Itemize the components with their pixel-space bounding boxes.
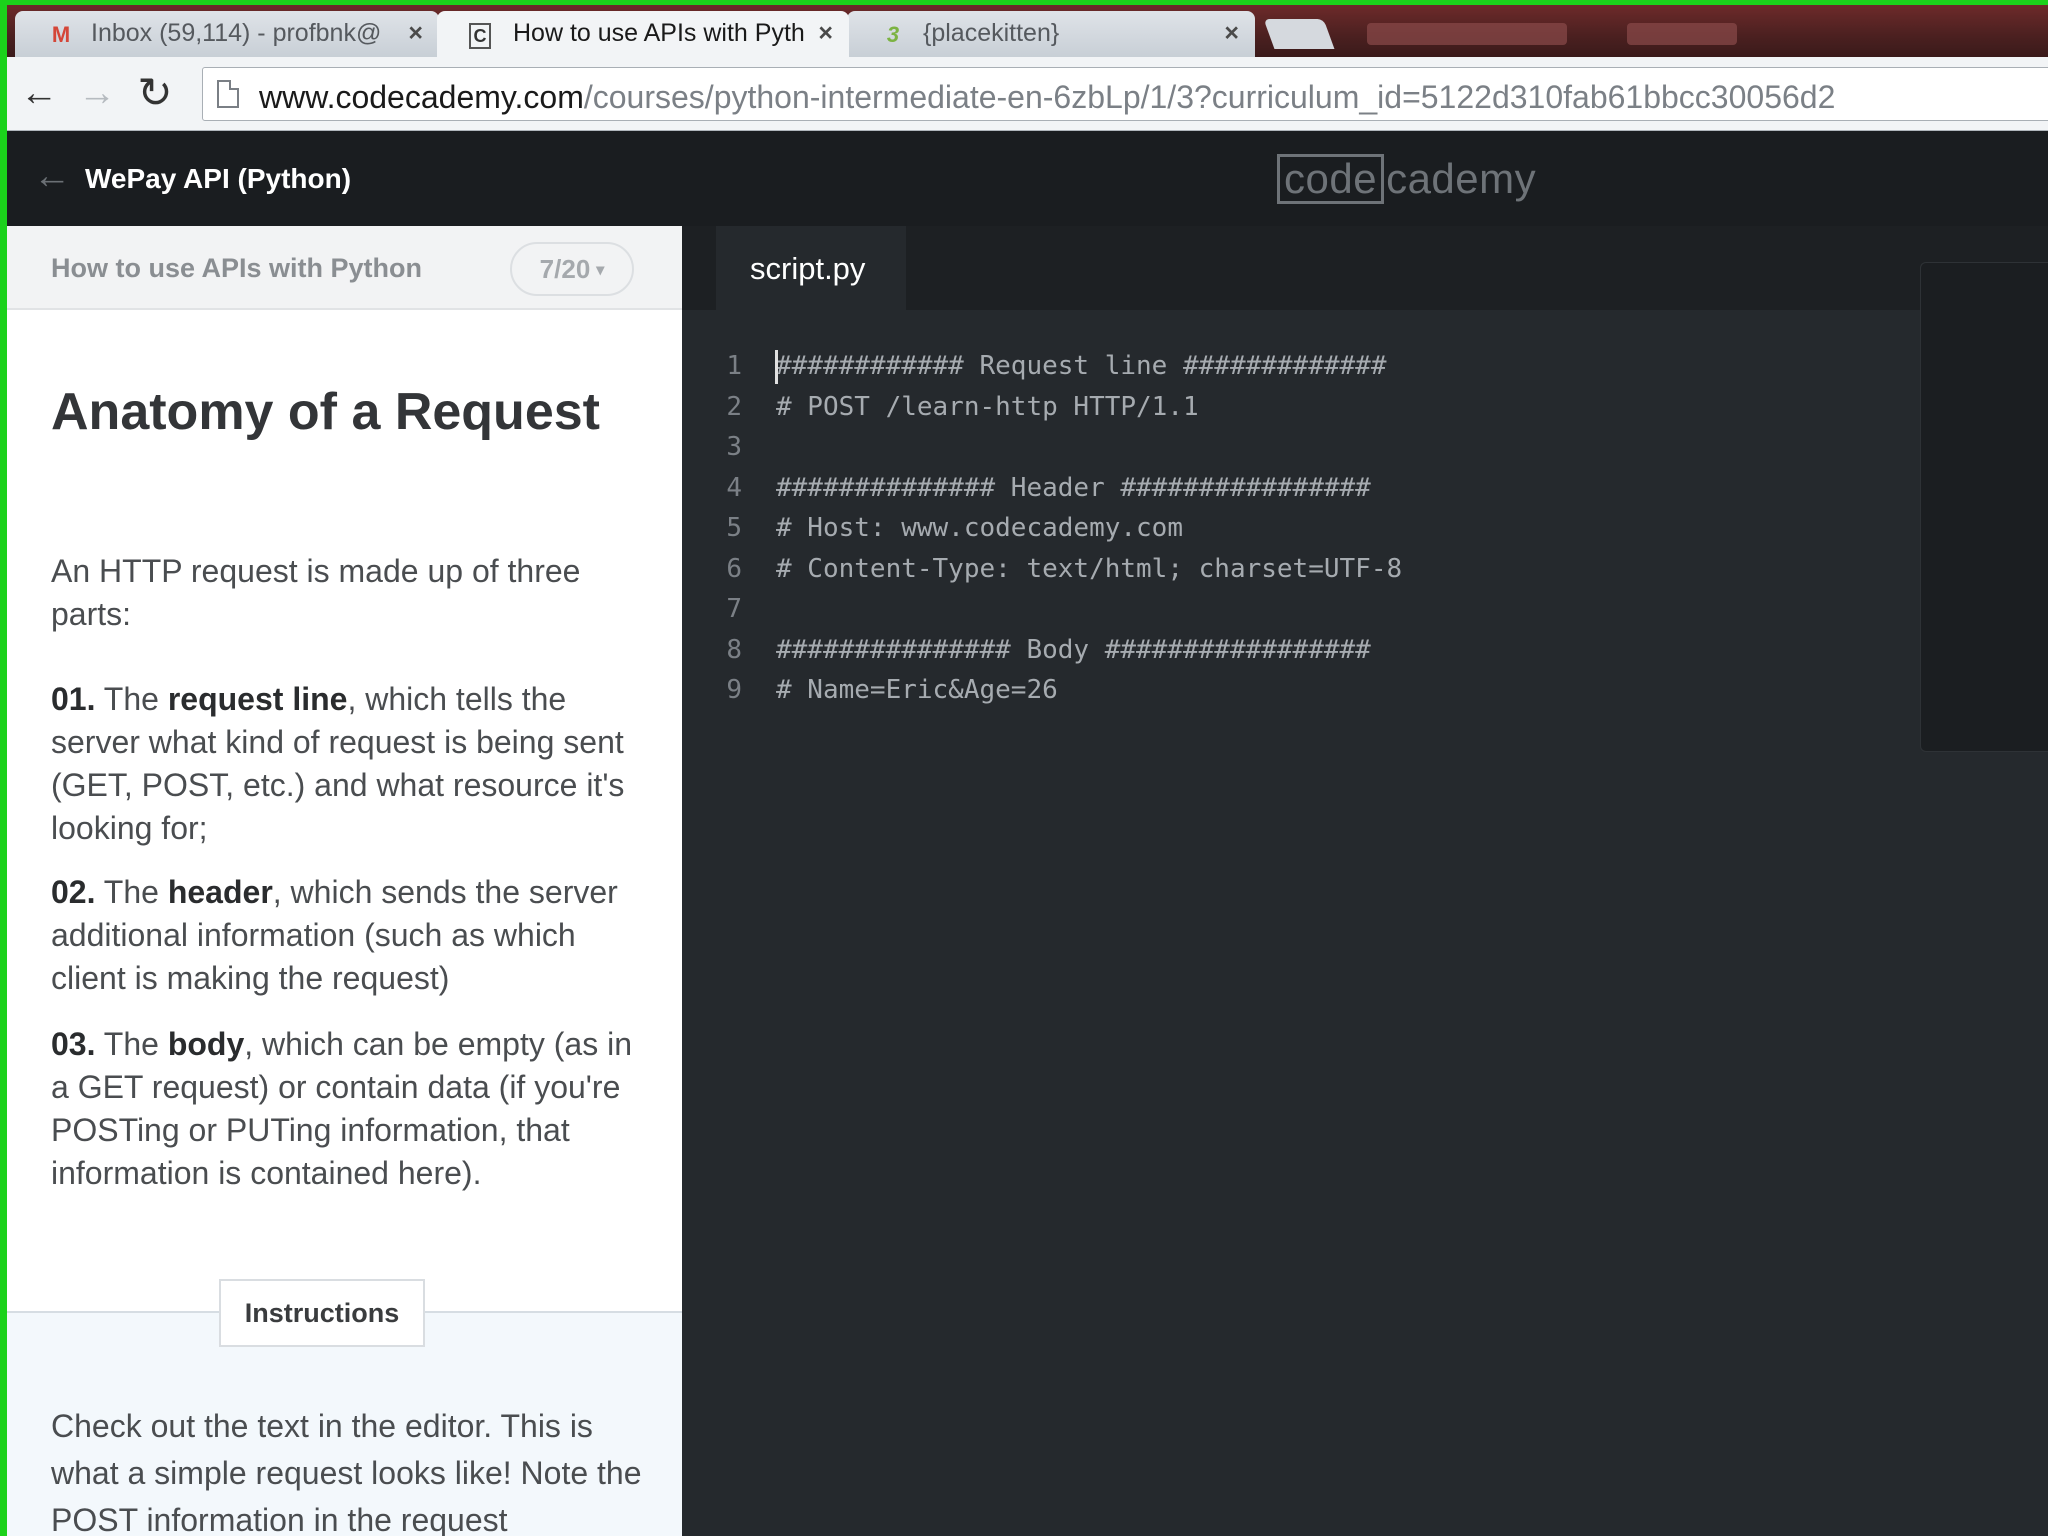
close-tab-icon[interactable]: × [408,19,423,48]
progress-label: 7/20 [539,254,591,284]
item-pre: The [103,1026,168,1062]
editor-side-panel [1920,262,2048,752]
line-number: 1 [726,351,742,381]
code-line[interactable] [776,427,1402,468]
code-area[interactable]: ############ Request line ############# … [776,346,1402,711]
line-number: 6 [726,553,742,584]
line-number: 3 [726,432,742,462]
back-arrow-icon[interactable]: ← [17,71,61,115]
line-number-gutter: 1 2 3 4 5 6 7 8 9 [682,346,742,711]
item-number: 03. [51,1026,96,1062]
chevron-down-icon: ▾ [596,262,605,280]
app-header: ← WePay API (Python) code cademy [7,131,2048,226]
instructions-tab[interactable]: Instructions [219,1279,425,1347]
lesson-progress-dropdown[interactable]: 7/20 ▾ [510,242,634,296]
item-term: body [167,1026,245,1062]
code-line[interactable]: # Content-Type: text/html; charset=UTF-8 [776,549,1402,590]
item-number: 02. [51,874,96,910]
code-line[interactable]: # POST /learn-http HTTP/1.1 [776,387,1402,428]
lesson-item: 01. The request line, which tells the se… [51,678,651,850]
course-title[interactable]: WePay API (Python) [85,163,351,195]
tab-gmail-inbox[interactable]: M Inbox (59,114) - profbnk@ × [15,11,439,57]
code-line[interactable]: # Name=Eric&Age=26 [776,670,1402,711]
line-number: 2 [726,391,742,422]
url-text[interactable]: www.codecademy.com/courses/python-interm… [259,79,1835,116]
line-number: 4 [726,472,742,503]
page-icon [217,80,239,108]
logo-cademy: cademy [1386,155,1537,202]
blurred-tab [1627,23,1737,45]
lesson-panel: How to use APIs with Python 7/20 ▾ Anatom… [7,226,682,1536]
new-tab-button[interactable] [1263,19,1335,49]
item-term: header [167,874,273,910]
file-tab-script-py[interactable]: script.py [716,226,906,312]
instructions-text: Check out the text in the editor. This i… [51,1408,642,1536]
url-path: /courses/python-intermediate-en-6zbLp/1/… [583,79,1836,115]
address-bar[interactable]: www.codecademy.com/courses/python-interm… [202,67,2048,121]
item-term: request line [167,681,348,717]
close-tab-icon[interactable]: × [818,19,833,48]
placekitten-icon: 3 [886,22,900,47]
item-pre: The [103,681,168,717]
line-number: 5 [726,513,742,543]
text-cursor [775,350,778,384]
lesson-nav: How to use APIs with Python 7/20 ▾ [7,226,682,310]
tab-title: How to use APIs with Pyth [513,19,805,47]
line-number: 7 [726,594,742,624]
tab-strip: M Inbox (59,114) - profbnk@ × C How to u… [7,5,2048,57]
browser-toolbar: ← → ↻ www.codecademy.com/courses/python-… [7,57,2048,131]
url-host: www.codecademy.com [259,79,584,115]
forward-arrow-icon[interactable]: → [75,71,119,115]
codecademy-logo[interactable]: code cademy [1277,153,1536,205]
line-number: 8 [726,634,742,665]
back-arrow-icon[interactable]: ← [33,155,71,198]
code-line[interactable]: ############## Header ################ [776,468,1402,509]
lesson-item: 03. The body, which can be empty (as in … [51,1023,651,1195]
line-number: 9 [726,675,742,705]
editor-tab-bar: script.py [682,226,2048,312]
codecademy-icon: C [469,23,491,49]
lesson-intro: An HTTP request is made up of three part… [51,553,581,632]
tab-title: Inbox (59,114) - profbnk@ [91,19,382,47]
lesson-nav-title: How to use APIs with Python [51,253,423,283]
blurred-tab [1367,23,1567,45]
gmail-icon: M [51,22,71,47]
lesson-item: 02. The header, which sends the server a… [51,871,651,1000]
instructions-section: Instructions Check out the text in the e… [7,1279,682,1536]
code-line[interactable]: # Host: www.codecademy.com [776,508,1402,549]
close-tab-icon[interactable]: × [1224,19,1239,48]
code-editor: script.py 1 2 3 4 5 6 7 8 9 ############… [682,226,2048,1536]
logo-code: code [1277,154,1385,204]
item-number: 01. [51,681,96,717]
item-pre: The [103,874,168,910]
tab-title: {placekitten} [923,19,1060,47]
browser-window: M Inbox (59,114) - profbnk@ × C How to u… [7,5,2048,131]
code-line[interactable] [776,589,1402,630]
code-line[interactable]: ############ Request line ############# [776,346,1402,387]
code-line[interactable]: ############### Body ################# [776,630,1402,671]
reload-icon[interactable]: ↻ [133,71,177,115]
tab-codecademy[interactable]: C How to use APIs with Pyth × [437,11,849,57]
lesson-heading: Anatomy of a Request [51,383,600,441]
tab-placekitten[interactable]: 3 {placekitten} × [847,11,1255,57]
